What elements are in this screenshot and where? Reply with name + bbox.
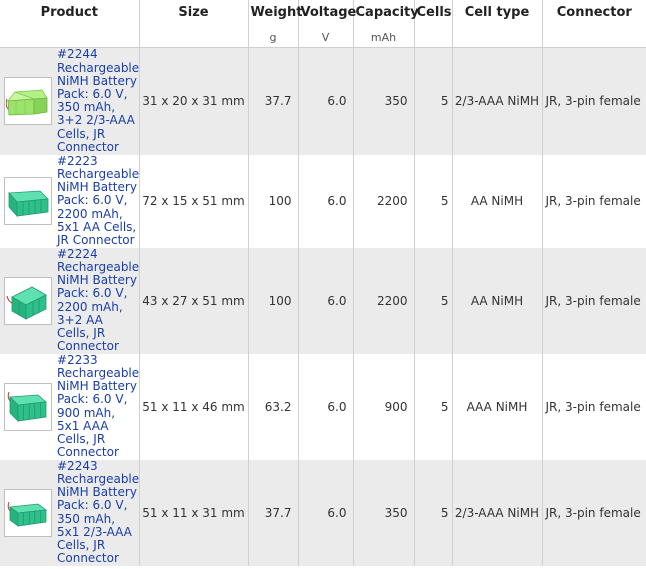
col-header-product: Product bbox=[0, 0, 140, 29]
product-wrap: #2233 Rechargeable NiMH Battery Pack: 6.… bbox=[0, 353, 139, 460]
capacity-cell: 350 bbox=[353, 47, 415, 155]
capacity-cell: 900 bbox=[353, 353, 415, 460]
product-link[interactable]: #2243 Rechargeable NiMH Battery Pack: 6.… bbox=[57, 459, 139, 566]
connector-cell: JR, 3-pin female bbox=[542, 459, 646, 566]
col-header-weight: Weight bbox=[248, 0, 302, 29]
cell-type-cell: AA NiMH bbox=[452, 247, 543, 354]
product-thumbnail[interactable] bbox=[4, 488, 52, 537]
unit-product bbox=[0, 29, 140, 48]
table-row: #2244 Rechargeable NiMH Battery Pack: 6.… bbox=[0, 47, 646, 155]
product-wrap: #2223 Rechargeable NiMH Battery Pack: 6.… bbox=[0, 154, 139, 247]
cells-cell: 5 bbox=[414, 247, 453, 354]
col-header-cells: Cells bbox=[414, 0, 453, 29]
weight-cell: 37.7 bbox=[248, 47, 299, 155]
product-cell: #2224 Rechargeable NiMH Battery Pack: 6.… bbox=[0, 247, 140, 354]
battery-pack-teal-icon bbox=[7, 391, 47, 422]
cells-cell: 5 bbox=[414, 47, 453, 155]
table-row: #2223 Rechargeable NiMH Battery Pack: 6.… bbox=[0, 154, 646, 248]
size-cell: 51 x 11 x 31 mm bbox=[139, 459, 249, 566]
col-header-cell-type: Cell type bbox=[452, 0, 543, 29]
product-thumbnail[interactable] bbox=[4, 77, 52, 126]
cell-type-cell: AAA NiMH bbox=[452, 353, 543, 460]
size-cell: 31 x 20 x 31 mm bbox=[139, 47, 249, 155]
cells-cell: 5 bbox=[414, 154, 453, 248]
units-row: g V mAh bbox=[0, 29, 646, 48]
header-row: Product Size Weight Voltage Capacity Cel… bbox=[0, 0, 646, 29]
product-thumbnail[interactable] bbox=[4, 176, 52, 225]
capacity-cell: 350 bbox=[353, 459, 415, 566]
col-header-capacity: Capacity bbox=[353, 0, 419, 29]
cell-type-cell: 2/3-AAA NiMH bbox=[452, 47, 543, 155]
product-cell: #2243 Rechargeable NiMH Battery Pack: 6.… bbox=[0, 459, 140, 566]
product-cell: #2223 Rechargeable NiMH Battery Pack: 6.… bbox=[0, 154, 140, 248]
cell-type-cell: 2/3-AAA NiMH bbox=[452, 459, 543, 566]
battery-comparison-table: Product Size Weight Voltage Capacity Cel… bbox=[0, 0, 646, 566]
cell-type-cell: AA NiMH bbox=[452, 154, 543, 248]
unit-cells bbox=[414, 29, 453, 48]
capacity-cell: 2200 bbox=[353, 154, 415, 248]
voltage-cell: 6.0 bbox=[298, 459, 354, 566]
weight-cell: 63.2 bbox=[248, 353, 299, 460]
col-header-connector: Connector bbox=[556, 5, 632, 20]
product-thumbnail[interactable] bbox=[4, 382, 52, 431]
unit-weight: g bbox=[248, 29, 299, 48]
voltage-cell: 6.0 bbox=[298, 154, 354, 248]
product-link[interactable]: #2224 Rechargeable NiMH Battery Pack: 6.… bbox=[57, 247, 139, 354]
table-row: #2233 Rechargeable NiMH Battery Pack: 6.… bbox=[0, 353, 646, 460]
capacity-cell: 2200 bbox=[353, 247, 415, 354]
unit-connector bbox=[542, 29, 646, 48]
unit-voltage: V bbox=[298, 29, 354, 48]
col-header-voltage: Voltage bbox=[298, 0, 356, 29]
unit-size bbox=[139, 29, 249, 48]
voltage-cell: 6.0 bbox=[298, 247, 354, 354]
weight-cell: 100 bbox=[248, 247, 299, 354]
product-wrap: #2244 Rechargeable NiMH Battery Pack: 6.… bbox=[0, 48, 139, 154]
weight-cell: 37.7 bbox=[248, 459, 299, 566]
connector-cell: JR, 3-pin female bbox=[542, 47, 646, 155]
col-header-size: Size bbox=[139, 0, 249, 29]
product-thumbnail[interactable] bbox=[4, 276, 52, 325]
product-cell: #2233 Rechargeable NiMH Battery Pack: 6.… bbox=[0, 353, 140, 460]
connector-cell: JR, 3-pin female bbox=[542, 247, 646, 354]
cells-cell: 5 bbox=[414, 353, 453, 460]
battery-pack-teal-icon bbox=[6, 286, 47, 320]
connector-cell: JR, 3-pin female bbox=[542, 353, 646, 460]
size-cell: 51 x 11 x 46 mm bbox=[139, 353, 249, 460]
cells-cell: 5 bbox=[414, 459, 453, 566]
battery-pack-teal-icon bbox=[8, 190, 49, 218]
voltage-cell: 6.0 bbox=[298, 353, 354, 460]
battery-pack-teal-icon bbox=[7, 501, 48, 527]
table-row: #2243 Rechargeable NiMH Battery Pack: 6.… bbox=[0, 459, 646, 566]
product-link[interactable]: #2244 Rechargeable NiMH Battery Pack: 6.… bbox=[57, 48, 139, 154]
weight-cell: 100 bbox=[248, 154, 299, 248]
connector-cell: JR, 3-pin female bbox=[542, 154, 646, 248]
voltage-cell: 6.0 bbox=[298, 47, 354, 155]
product-link[interactable]: #2233 Rechargeable NiMH Battery Pack: 6.… bbox=[57, 353, 139, 460]
size-cell: 43 x 27 x 51 mm bbox=[139, 247, 249, 354]
battery-pack-light-green-icon bbox=[6, 89, 48, 116]
unit-cell-type bbox=[452, 29, 543, 48]
product-wrap: #2243 Rechargeable NiMH Battery Pack: 6.… bbox=[0, 459, 139, 566]
table-row: #2224 Rechargeable NiMH Battery Pack: 6.… bbox=[0, 247, 646, 354]
size-cell: 72 x 15 x 51 mm bbox=[139, 154, 249, 248]
product-wrap: #2224 Rechargeable NiMH Battery Pack: 6.… bbox=[0, 247, 139, 354]
product-link[interactable]: #2223 Rechargeable NiMH Battery Pack: 6.… bbox=[57, 154, 139, 247]
product-cell: #2244 Rechargeable NiMH Battery Pack: 6.… bbox=[0, 47, 140, 155]
unit-capacity: mAh bbox=[353, 29, 415, 48]
